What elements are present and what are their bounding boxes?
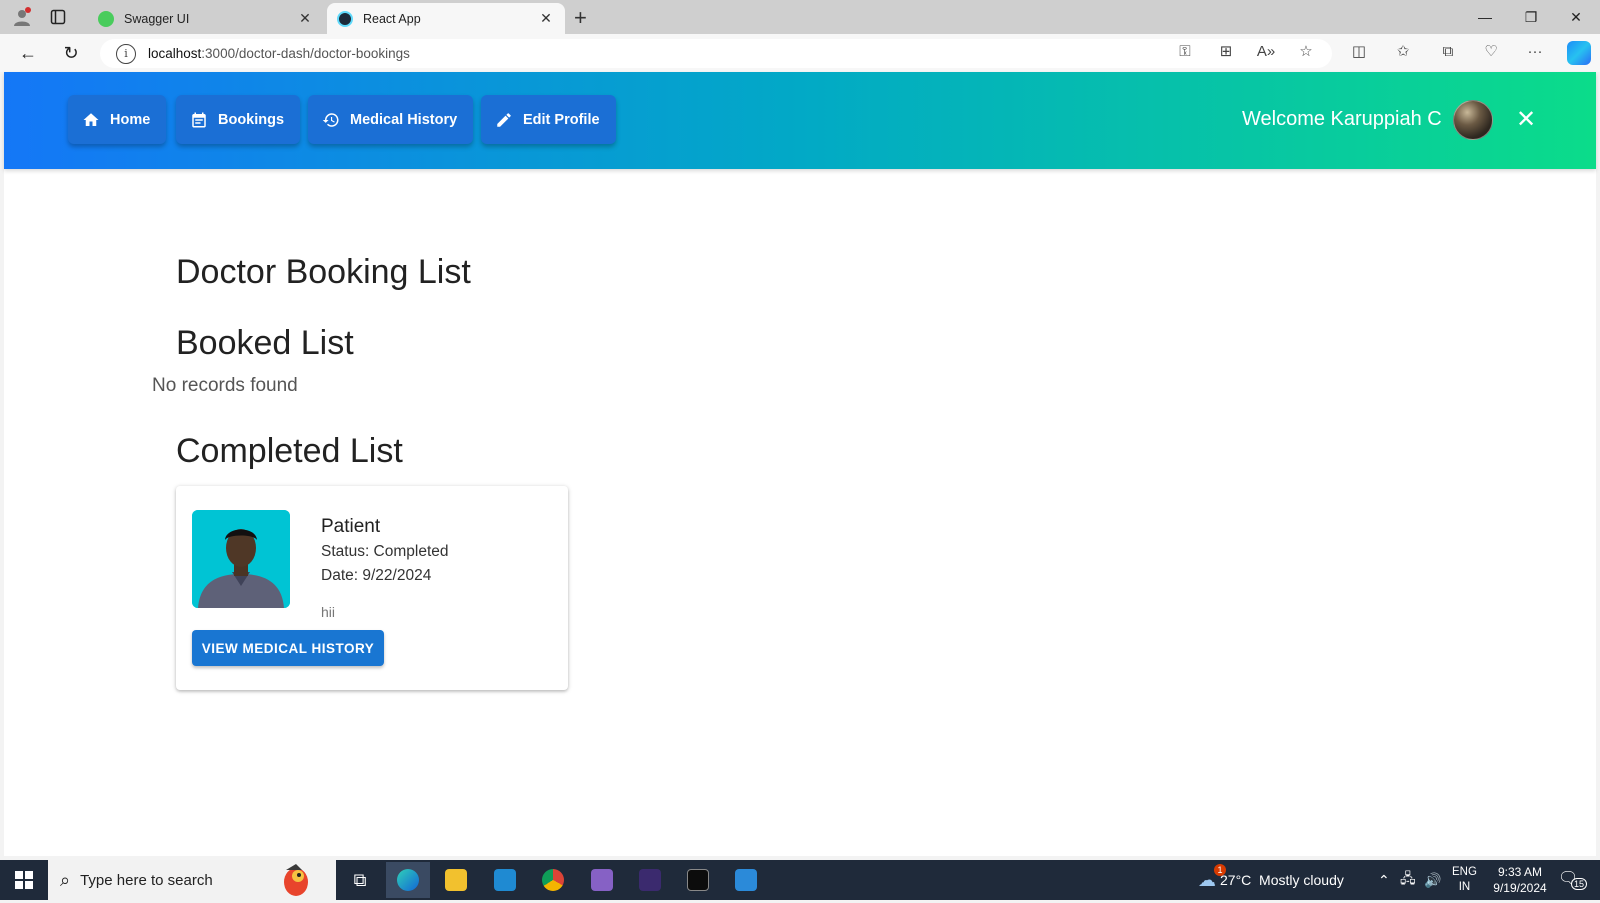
edge-taskbar-icon[interactable] (386, 862, 430, 898)
browser-essentials-icon[interactable]: ♡ (1478, 39, 1504, 63)
view-medical-history-button[interactable]: VIEW MEDICAL HISTORY (192, 630, 384, 666)
page-title: Doctor Booking List (176, 253, 471, 291)
tab-title: React App (363, 11, 421, 26)
visual-studio-icon[interactable] (580, 862, 624, 898)
nav-home-label: Home (110, 111, 151, 128)
tab-react-app[interactable]: React App ✕ (327, 3, 565, 34)
completed-list-heading: Completed List (176, 432, 403, 470)
history-icon (322, 112, 339, 127)
tray-chevron-icon[interactable]: ⌃ (1378, 860, 1390, 900)
app-navbar: Home Bookings Medical History Edit Profi… (4, 72, 1596, 169)
nav-medical-history-label: Medical History (350, 111, 458, 128)
os-taskbar: ⌕ Type here to search ⧉ ☁ 1 27°C Mostly … (0, 860, 1600, 900)
tab-actions-icon[interactable] (46, 6, 70, 28)
app-available-icon[interactable]: ⊞ (1213, 39, 1239, 63)
search-icon: ⌕ (60, 869, 71, 890)
site-info-icon[interactable]: i (116, 43, 136, 64)
minimize-icon[interactable]: — (1462, 4, 1508, 30)
language-indicator[interactable]: ENG IN (1452, 860, 1477, 900)
weather-widget[interactable]: ☁ 1 27°C Mostly cloudy (1198, 860, 1344, 900)
close-icon[interactable]: ✕ (1509, 102, 1543, 136)
swagger-favicon-icon (98, 10, 114, 27)
nav-bookings-button[interactable]: Bookings (176, 95, 301, 144)
profile-icon[interactable] (10, 6, 34, 28)
nav-edit-profile-button[interactable]: Edit Profile (481, 95, 616, 144)
app-viewport: Home Bookings Medical History Edit Profi… (4, 72, 1596, 856)
booking-card: Patient Status: Completed Date: 9/22/202… (176, 486, 568, 690)
copilot-icon[interactable] (1567, 41, 1591, 65)
patient-photo (192, 510, 290, 608)
collections-icon[interactable]: ⧉ (1435, 39, 1461, 63)
weather-text: 27°C Mostly cloudy (1220, 872, 1344, 888)
restore-icon[interactable]: ❐ (1508, 4, 1554, 30)
back-icon[interactable]: ← (14, 40, 42, 66)
card-date: Date: 9/22/2024 (321, 567, 432, 584)
more-menu-icon[interactable]: ··· (1522, 39, 1548, 63)
azure-icon[interactable] (724, 862, 768, 898)
clock-date: 9/19/2024 (1493, 881, 1547, 895)
lang-code: ENG (1452, 866, 1477, 878)
nav-edit-profile-label: Edit Profile (523, 111, 600, 128)
network-icon[interactable]: 🖧 (1400, 860, 1416, 900)
react-favicon-icon (337, 10, 353, 27)
clock-time: 9:33 AM (1497, 865, 1543, 879)
card-title: Patient (321, 516, 381, 537)
window-close-icon[interactable]: ✕ (1553, 4, 1599, 30)
notification-center-icon[interactable]: 🗨 15 (1558, 868, 1588, 892)
split-screen-icon[interactable]: ◫ (1346, 39, 1372, 63)
card-status: Status: Completed (321, 543, 449, 560)
terminal-purple-icon[interactable] (628, 862, 672, 898)
search-placeholder: Type here to search (80, 871, 213, 889)
close-tab-icon[interactable]: ✕ (537, 10, 555, 27)
notification-count: 15 (1571, 878, 1588, 890)
weather-badge: 1 (1214, 864, 1226, 876)
cloud-icon: ☁ (1198, 869, 1216, 890)
favorites-icon[interactable]: ✩ (1390, 39, 1416, 63)
nav-bookings-label: Bookings (218, 111, 285, 128)
search-highlight-icon[interactable] (276, 862, 316, 898)
file-explorer-icon[interactable] (434, 862, 478, 898)
system-clock[interactable]: 9:33 AM 9/19/2024 (1480, 864, 1560, 896)
avatar[interactable] (1453, 100, 1493, 140)
empty-state-text: No records found (152, 375, 298, 396)
lang-region: IN (1458, 881, 1471, 893)
booked-list-heading: Booked List (176, 324, 354, 362)
tab-swagger-ui[interactable]: Swagger UI ✕ (88, 3, 324, 34)
calendar-icon (192, 112, 206, 127)
command-prompt-icon[interactable] (676, 862, 720, 898)
card-note: hii (321, 604, 336, 620)
address-bar[interactable]: i localhost:3000/doctor-dash/doctor-book… (100, 39, 1332, 68)
refresh-icon[interactable]: ↻ (57, 40, 85, 66)
new-tab-icon[interactable]: + (574, 5, 587, 31)
browser-toolbar: ← ↻ i localhost:3000/doctor-dash/doctor-… (0, 34, 1600, 72)
welcome-text: Welcome Karuppiah C (1242, 108, 1442, 130)
task-view-icon[interactable]: ⧉ (338, 862, 382, 898)
nav-home-button[interactable]: Home (68, 95, 167, 144)
nav-medical-history-button[interactable]: Medical History (308, 95, 474, 144)
pencil-icon (497, 112, 511, 127)
volume-icon[interactable]: 🔊 (1424, 860, 1441, 900)
browser-tab-bar: Swagger UI ✕ React App ✕ + — ❐ ✕ (0, 0, 1600, 34)
vscode-icon[interactable] (483, 862, 527, 898)
key-icon[interactable]: ⚿ (1172, 39, 1198, 63)
url-host: localhost (148, 46, 202, 61)
chrome-icon[interactable] (531, 862, 575, 898)
url-path: :3000/doctor-dash/doctor-bookings (201, 46, 410, 61)
read-aloud-icon[interactable]: A» (1253, 39, 1279, 63)
favorite-star-icon[interactable]: ☆ (1293, 39, 1319, 63)
tab-title: Swagger UI (124, 11, 190, 26)
windows-start-icon[interactable] (0, 860, 48, 900)
close-tab-icon[interactable]: ✕ (296, 10, 314, 27)
home-icon (83, 112, 99, 126)
